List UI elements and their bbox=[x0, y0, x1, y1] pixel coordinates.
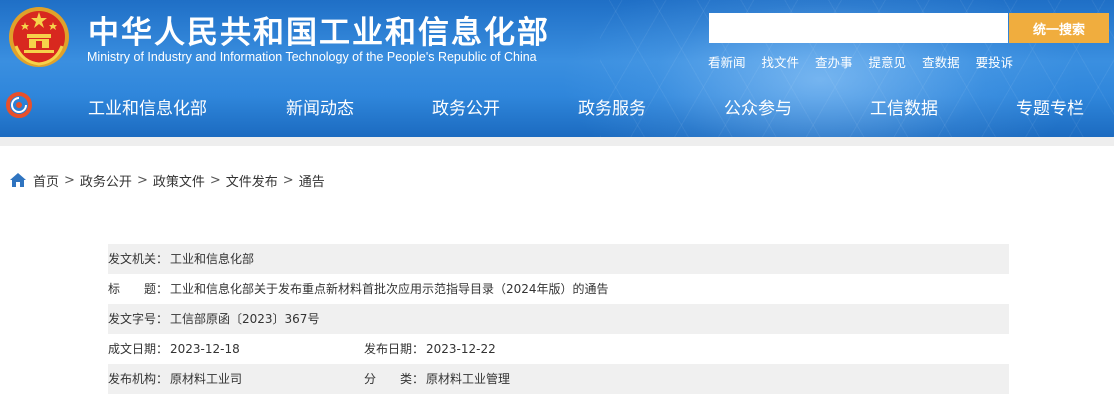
title-label-part1: 标 bbox=[108, 282, 121, 296]
info-row-title: 标 题： 工业和信息化部关于发布重点新材料首批次应用示范指导目录（2024年版）… bbox=[108, 274, 1009, 304]
national-emblem-icon[interactable] bbox=[8, 6, 70, 68]
breadcrumb-separator: > bbox=[282, 172, 294, 188]
site-subtitle: Ministry of Industry and Information Tec… bbox=[87, 50, 537, 64]
document-info-table: 发文机关： 工业和信息化部 标 题： 工业和信息化部关于发布重点新材料首批次应用… bbox=[108, 244, 1009, 394]
breadcrumb-separator: > bbox=[64, 172, 75, 188]
breadcrumb-separator: > bbox=[209, 172, 221, 188]
breadcrumb-home[interactable]: 首页 bbox=[33, 171, 59, 190]
info-row-doc-number: 发文字号： 工信部原函〔2023〕367号 bbox=[108, 304, 1009, 334]
search-input[interactable] bbox=[709, 13, 1008, 43]
home-icon bbox=[10, 173, 26, 187]
quick-links: 看新闻 找文件 查办事 提意见 查数据 要投诉 bbox=[708, 52, 1029, 70]
site-header: 中华人民共和国工业和信息化部 Ministry of Industry and … bbox=[0, 0, 1114, 137]
issuer-value: 工业和信息化部 bbox=[170, 252, 255, 266]
breadcrumb-separator: > bbox=[136, 172, 148, 188]
breadcrumb-government-affairs[interactable]: 政务公开 bbox=[80, 171, 132, 190]
category-label-part2: 类： bbox=[400, 372, 425, 386]
breadcrumb: 首页 > 政务公开 > 政策文件 > 文件发布 > 通告 bbox=[10, 171, 325, 190]
agency-value: 原材料工业司 bbox=[170, 372, 243, 386]
doc-number-value: 工信部原函〔2023〕367号 bbox=[170, 312, 320, 326]
quick-link-files[interactable]: 找文件 bbox=[762, 52, 800, 70]
doc-number-label: 发文字号： bbox=[108, 312, 169, 326]
published-date-value: 2023-12-22 bbox=[426, 342, 496, 356]
nav-item-topics[interactable]: 专题专栏 bbox=[1016, 94, 1084, 119]
nav-item-news[interactable]: 新闻动态 bbox=[286, 94, 354, 119]
quick-link-news[interactable]: 看新闻 bbox=[708, 52, 746, 70]
info-row-issuer: 发文机关： 工业和信息化部 bbox=[108, 244, 1009, 274]
agency-label: 发布机构： bbox=[108, 372, 169, 386]
created-date-label: 成文日期： bbox=[108, 342, 169, 356]
main-nav: 工业和信息化部 新闻动态 政务公开 政务服务 公众参与 工信数据 专题专栏 bbox=[0, 86, 1114, 126]
info-row-dates: 成文日期： 2023-12-18 发布日期： 2023-12-22 bbox=[108, 334, 1009, 364]
nav-item-government-services[interactable]: 政务服务 bbox=[578, 94, 646, 119]
quick-link-feedback[interactable]: 提意见 bbox=[869, 52, 907, 70]
info-row-agency: 发布机构： 原材料工业司 分 类： 原材料工业管理 bbox=[108, 364, 1009, 394]
nav-item-government-affairs[interactable]: 政务公开 bbox=[432, 94, 500, 119]
nav-item-data[interactable]: 工信数据 bbox=[870, 94, 938, 119]
published-date-label: 发布日期： bbox=[364, 342, 425, 356]
search-button[interactable]: 统一搜索 bbox=[1009, 13, 1109, 43]
nav-item-public-participation[interactable]: 公众参与 bbox=[724, 94, 792, 119]
breadcrumb-notice[interactable]: 通告 bbox=[299, 171, 325, 190]
breadcrumb-policy-documents[interactable]: 政策文件 bbox=[153, 171, 205, 190]
breadcrumb-document-release[interactable]: 文件发布 bbox=[226, 171, 278, 190]
document-title: 工业和信息化部关于发布重点新材料首批次应用示范指导目录（2024年版）的通告 bbox=[170, 282, 609, 296]
quick-link-services[interactable]: 查办事 bbox=[815, 52, 853, 70]
header-divider bbox=[0, 137, 1114, 146]
quick-link-data[interactable]: 查数据 bbox=[922, 52, 960, 70]
category-label-part1: 分 bbox=[364, 372, 377, 386]
site-title: 中华人民共和国工业和信息化部 bbox=[88, 15, 550, 51]
created-date-value: 2023-12-18 bbox=[170, 342, 240, 356]
issuer-label: 发文机关： bbox=[108, 252, 169, 266]
title-label-part2: 题： bbox=[144, 282, 169, 296]
nav-item-home[interactable]: 工业和信息化部 bbox=[88, 94, 207, 119]
category-value: 原材料工业管理 bbox=[426, 372, 511, 386]
quick-link-complaint[interactable]: 要投诉 bbox=[976, 52, 1014, 70]
